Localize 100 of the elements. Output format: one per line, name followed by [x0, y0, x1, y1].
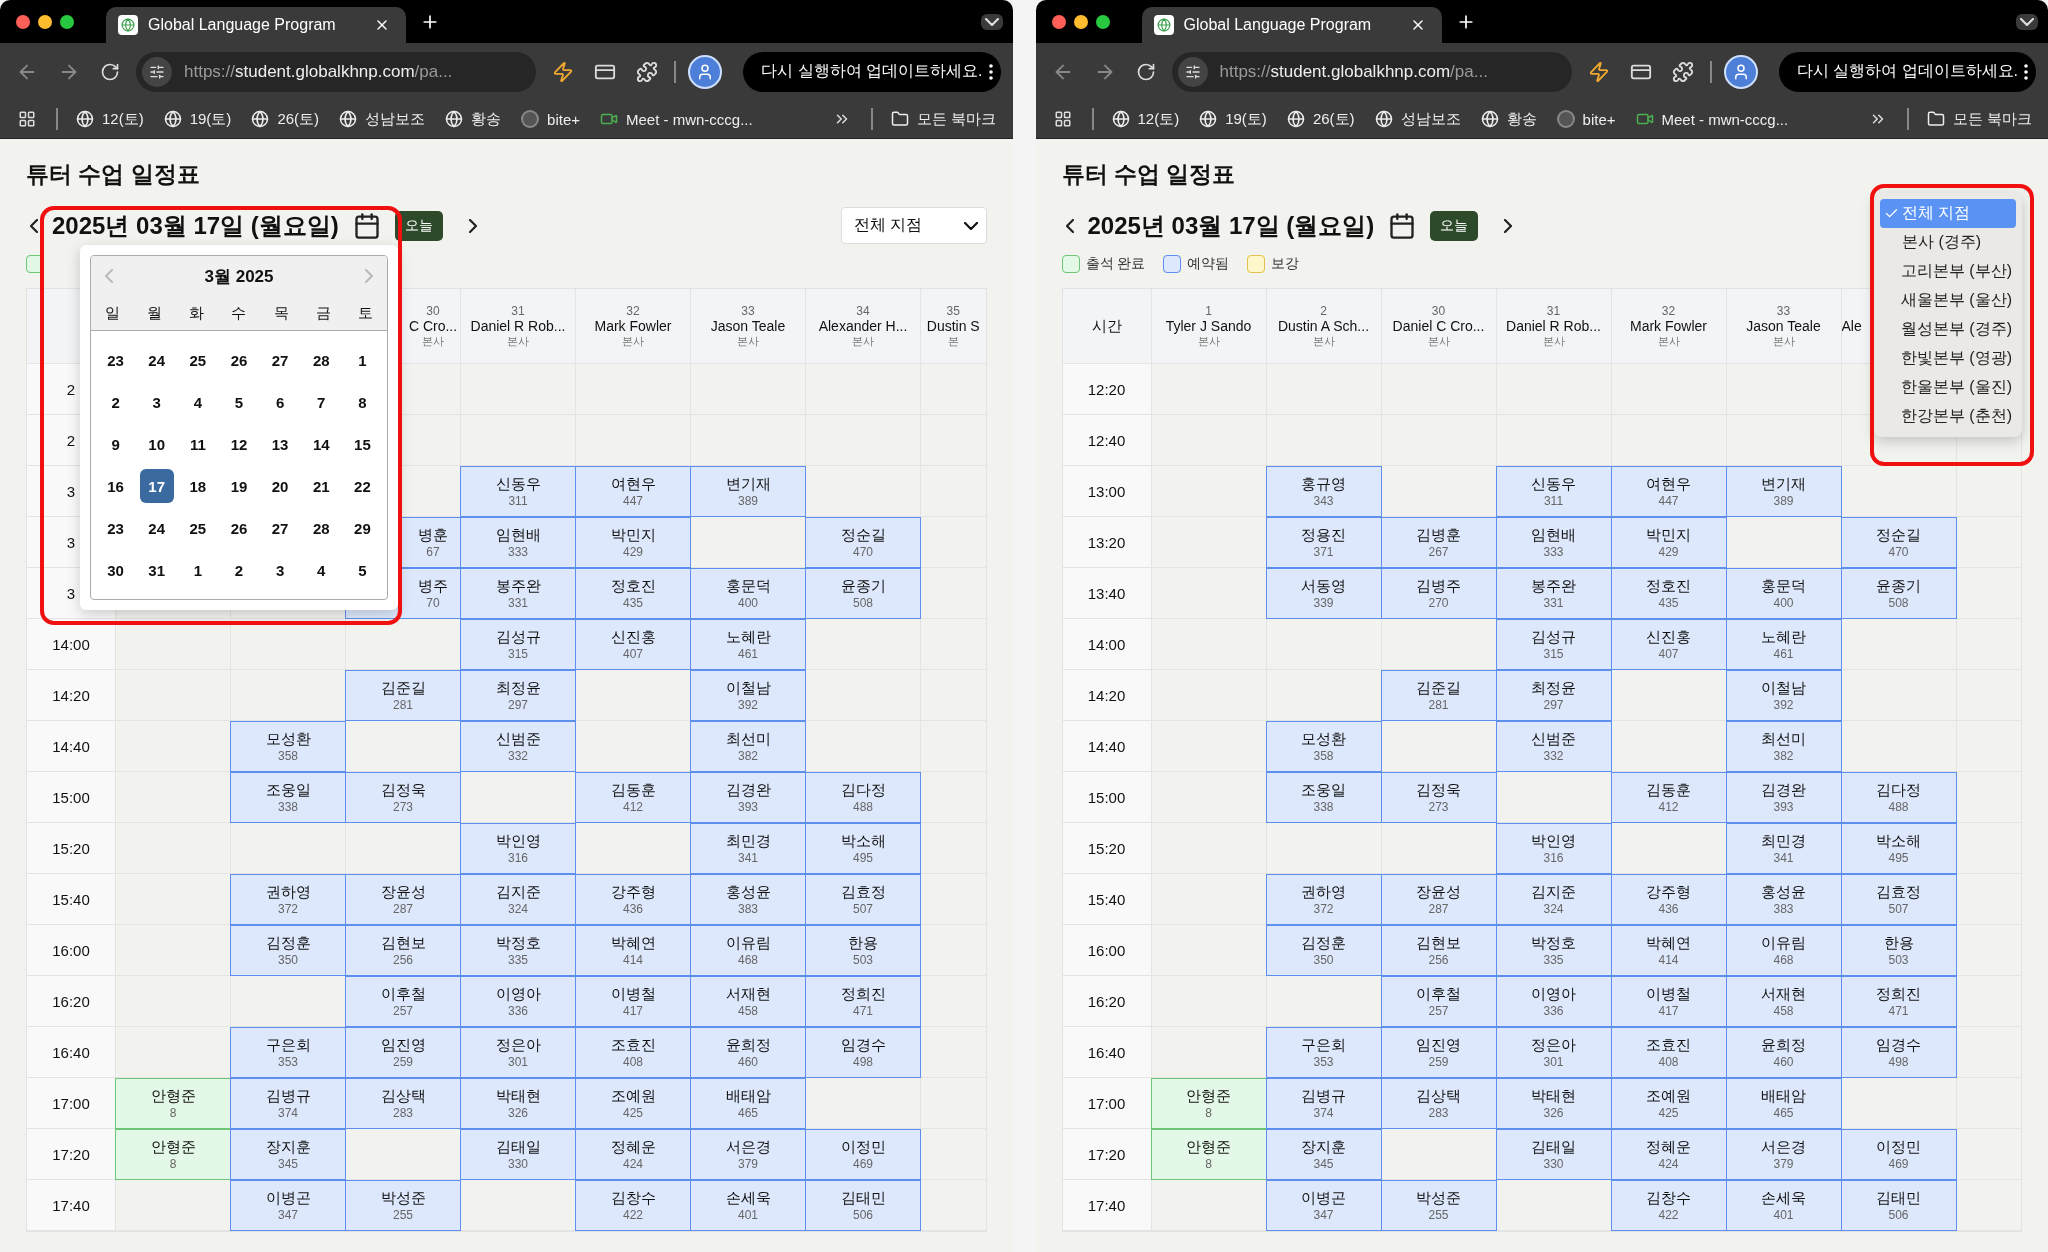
lesson-cell[interactable]: 김동훈 412: [575, 772, 691, 823]
lesson-cell[interactable]: 장윤성 287: [1380, 874, 1497, 925]
lesson-cell[interactable]: 안형준 8: [115, 1078, 231, 1129]
lesson-cell[interactable]: 한용 503: [1840, 925, 1957, 976]
lesson-cell[interactable]: 봉주완 331: [1495, 568, 1612, 619]
calendar-day[interactable]: 4: [180, 385, 215, 419]
lesson-cell[interactable]: 서재현 458: [1725, 976, 1842, 1027]
lesson-cell[interactable]: 서은경 379: [1725, 1129, 1842, 1180]
lesson-cell[interactable]: 홍규영 343: [1265, 466, 1382, 517]
lesson-cell[interactable]: 서동영 339: [1265, 568, 1382, 619]
lesson-cell[interactable]: 김지준 324: [460, 874, 576, 925]
calendar-day[interactable]: 4: [304, 553, 339, 587]
bookmark-item[interactable]: 19(토): [161, 107, 234, 131]
lesson-cell[interactable]: 김준길 281: [345, 670, 461, 721]
lesson-cell[interactable]: 임현배 333: [1495, 517, 1612, 568]
address-bar[interactable]: https://student.globalkhnp.com/pa...: [136, 51, 536, 92]
lesson-cell[interactable]: 박성준 255: [345, 1180, 461, 1231]
calendar-day[interactable]: 27: [263, 343, 298, 377]
lesson-cell[interactable]: 신범준 332: [1495, 721, 1612, 772]
lesson-cell[interactable]: 김태일 330: [1495, 1129, 1612, 1180]
lesson-cell[interactable]: 박태현 326: [460, 1078, 576, 1129]
calendar-day[interactable]: 1: [180, 553, 215, 587]
lesson-cell[interactable]: 박혜연 414: [575, 925, 691, 976]
lesson-cell[interactable]: 손세욱 401: [1725, 1180, 1842, 1231]
address-bar[interactable]: https://student.globalkhnp.com/pa...: [1171, 51, 1572, 92]
lesson-cell[interactable]: 김창수 422: [1610, 1180, 1727, 1231]
bookmark-item[interactable]: 성남보조: [337, 107, 428, 131]
lesson-cell[interactable]: 이유림 468: [1725, 925, 1842, 976]
lesson-cell[interactable]: 김정욱 273: [345, 772, 461, 823]
lesson-cell[interactable]: 김정훈 350: [1265, 925, 1382, 976]
lesson-cell[interactable]: 김효정 507: [1840, 874, 1957, 925]
lesson-cell[interactable]: 강주형 436: [1610, 874, 1727, 925]
lesson-cell[interactable]: 이병철 417: [575, 976, 691, 1027]
calendar-day[interactable]: 22: [345, 469, 380, 503]
dropdown-option[interactable]: 월성본부 (경주): [1880, 315, 2016, 344]
calendar-day[interactable]: 24: [139, 511, 174, 545]
bookmark-item[interactable]: 12(토): [1109, 107, 1182, 131]
lesson-cell[interactable]: 김성규 315: [1495, 619, 1612, 670]
lesson-cell[interactable]: 김현보 256: [1380, 925, 1497, 976]
lesson-cell[interactable]: 정호진 435: [575, 568, 691, 619]
lesson-cell[interactable]: 임경수 498: [805, 1027, 921, 1078]
lesson-cell[interactable]: 여현우 447: [575, 466, 691, 517]
today-button[interactable]: 오늘: [394, 210, 443, 241]
lesson-cell[interactable]: 정희진 471: [1840, 976, 1957, 1027]
dropdown-option[interactable]: 새울본부 (울산): [1880, 286, 2016, 315]
calendar-day[interactable]: 8: [345, 385, 380, 419]
lesson-cell[interactable]: 구은회 353: [1265, 1027, 1382, 1078]
lesson-cell[interactable]: 임진영 259: [345, 1027, 461, 1078]
calendar-day[interactable]: 25: [180, 511, 215, 545]
lesson-cell[interactable]: 윤종기 508: [805, 568, 921, 619]
lesson-cell[interactable]: 강주형 436: [575, 874, 691, 925]
calendar-day[interactable]: 7: [304, 385, 339, 419]
lesson-cell[interactable]: 박정호 335: [460, 925, 576, 976]
calendar-day[interactable]: 19: [222, 469, 256, 503]
lesson-cell[interactable]: 서재현 458: [690, 976, 806, 1027]
dropdown-option[interactable]: 한빛본부 (영광): [1880, 344, 2016, 373]
lesson-cell[interactable]: 한용 503: [805, 925, 921, 976]
lesson-cell[interactable]: 안형준 8: [1150, 1129, 1267, 1180]
lesson-cell[interactable]: 서은경 379: [690, 1129, 806, 1180]
lesson-cell[interactable]: 윤희정 460: [690, 1027, 806, 1078]
lesson-cell[interactable]: 이병곤 347: [230, 1180, 346, 1231]
calendar-day[interactable]: 1: [345, 343, 380, 377]
lesson-cell[interactable]: 권하영 372: [1265, 874, 1382, 925]
lesson-cell[interactable]: 여현우 447: [1610, 466, 1727, 517]
lesson-cell[interactable]: 장지훈 345: [230, 1129, 346, 1180]
lesson-cell[interactable]: 김병규 374: [230, 1078, 346, 1129]
calendar-day[interactable]: 27: [263, 511, 298, 545]
lesson-cell[interactable]: 조효진 408: [1610, 1027, 1727, 1078]
lesson-cell[interactable]: 이유림 468: [690, 925, 806, 976]
lesson-cell[interactable]: 김현보 256: [345, 925, 461, 976]
today-button[interactable]: 오늘: [1430, 210, 1479, 241]
lesson-cell[interactable]: 김병규 374: [1265, 1078, 1382, 1129]
lesson-cell[interactable]: 변기재 389: [1725, 466, 1842, 517]
lesson-cell[interactable]: 박민지 429: [1610, 517, 1727, 568]
lesson-cell[interactable]: 조예원 425: [575, 1078, 691, 1129]
lesson-cell[interactable]: 조웅일 338: [1265, 772, 1382, 823]
lesson-cell[interactable]: 모성환 358: [230, 721, 346, 772]
lesson-cell[interactable]: 최민경 341: [690, 823, 806, 874]
dropdown-option[interactable]: 고리본부 (부산): [1880, 257, 2016, 286]
lesson-cell[interactable]: 윤종기 508: [1840, 568, 1957, 619]
lesson-cell[interactable]: 장지훈 345: [1265, 1129, 1382, 1180]
lesson-cell[interactable]: 정은아 301: [1495, 1027, 1612, 1078]
lesson-cell[interactable]: 김상택 283: [1380, 1078, 1497, 1129]
lesson-cell[interactable]: 김동훈 412: [1610, 772, 1727, 823]
calendar-day[interactable]: 5: [222, 385, 256, 419]
lesson-cell[interactable]: 안형준 8: [115, 1129, 231, 1180]
lesson-cell[interactable]: 박인영 316: [460, 823, 576, 874]
lesson-cell[interactable]: 배태암 465: [1725, 1078, 1842, 1129]
lesson-cell[interactable]: 임현배 333: [460, 517, 576, 568]
lesson-cell[interactable]: 정은아 301: [460, 1027, 576, 1078]
bookmark-item[interactable]: bite+: [519, 108, 582, 130]
bookmark-item[interactable]: Meet - mwn-cccg...: [1633, 108, 1791, 130]
calendar-day[interactable]: 24: [139, 343, 174, 377]
lesson-cell[interactable]: 신동우 311: [460, 466, 576, 517]
lesson-cell[interactable]: 박정호 335: [1495, 925, 1612, 976]
lesson-cell[interactable]: 신진홍 407: [1610, 619, 1727, 670]
calendar-day[interactable]: 18: [180, 469, 215, 503]
calendar-day[interactable]: 3: [263, 553, 298, 587]
bookmark-item[interactable]: 황송: [443, 107, 504, 131]
dropdown-option[interactable]: 한강본부 (춘천): [1880, 402, 2016, 431]
